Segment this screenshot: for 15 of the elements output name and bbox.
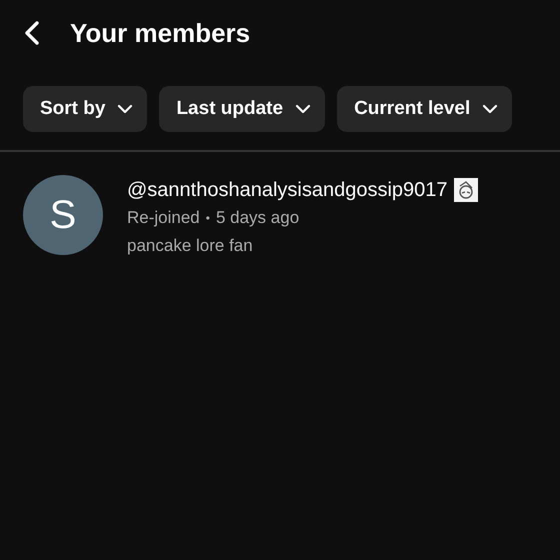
- page-title: Your members: [70, 18, 250, 48]
- chevron-down-icon: [295, 104, 312, 114]
- chevron-down-icon: [117, 104, 134, 114]
- avatar: S: [23, 175, 103, 255]
- member-level: pancake lore fan: [127, 236, 254, 256]
- separator-dot: •: [206, 211, 210, 225]
- member-status: Re-joined: [127, 208, 200, 228]
- chevron-down-icon: [482, 104, 498, 114]
- filter-dropdown[interactable]: Current level: [337, 86, 512, 132]
- badge-icon: [454, 178, 478, 202]
- filter-dropdown[interactable]: Sort by: [23, 86, 148, 132]
- back-icon: [24, 20, 40, 46]
- filter-dropdown[interactable]: Last update: [159, 86, 326, 132]
- member-time: 5 days ago: [216, 208, 300, 228]
- member-handle[interactable]: @sannthoshanalysisandgossip9017: [127, 178, 448, 202]
